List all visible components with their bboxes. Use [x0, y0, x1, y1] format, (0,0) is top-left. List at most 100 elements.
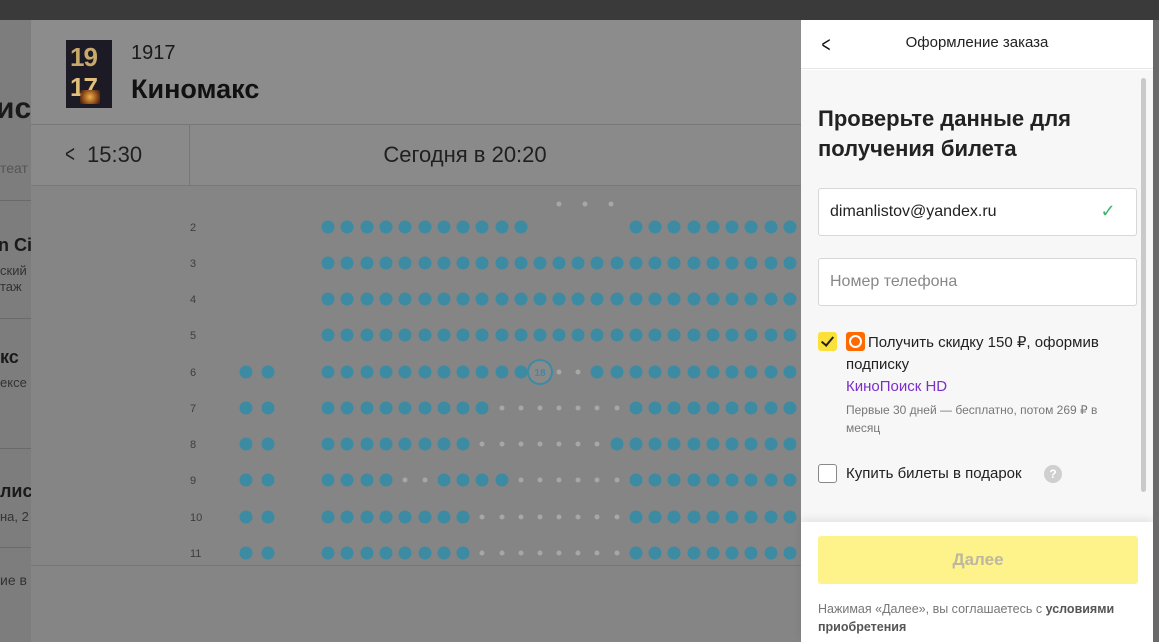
seat-free[interactable]: [360, 256, 374, 270]
seat-free[interactable]: [239, 437, 253, 451]
seat-free[interactable]: [321, 510, 335, 524]
seat-free[interactable]: [783, 220, 797, 234]
seat-free[interactable]: [239, 546, 253, 560]
seat-free[interactable]: [783, 546, 797, 560]
seat-free[interactable]: [398, 365, 412, 379]
seat-free[interactable]: [340, 365, 354, 379]
seat-free[interactable]: [239, 510, 253, 524]
seat-free[interactable]: [667, 546, 681, 560]
seat-free[interactable]: [340, 401, 354, 415]
seat-free[interactable]: [667, 401, 681, 415]
seat-free[interactable]: [744, 437, 758, 451]
seat-free[interactable]: [764, 546, 778, 560]
seat-free[interactable]: [667, 292, 681, 306]
seat-free[interactable]: [456, 437, 470, 451]
seat-free[interactable]: [321, 473, 335, 487]
seat-free[interactable]: [783, 473, 797, 487]
seat-free[interactable]: [379, 437, 393, 451]
seat-free[interactable]: [321, 437, 335, 451]
seat-free[interactable]: [398, 401, 412, 415]
seat-free[interactable]: [648, 220, 662, 234]
seat-free[interactable]: [514, 256, 528, 270]
seat-free[interactable]: [687, 473, 701, 487]
seat-free[interactable]: [360, 401, 374, 415]
seat-free[interactable]: [629, 328, 643, 342]
seat-free[interactable]: [552, 328, 566, 342]
seat-free[interactable]: [667, 365, 681, 379]
seat-free[interactable]: [514, 220, 528, 234]
seat-free[interactable]: [744, 401, 758, 415]
seat-free[interactable]: [610, 292, 624, 306]
seat-free[interactable]: [321, 220, 335, 234]
seat-free[interactable]: [783, 328, 797, 342]
seat-free[interactable]: [764, 365, 778, 379]
seat-free[interactable]: [239, 401, 253, 415]
seat-free[interactable]: [475, 401, 489, 415]
seat-free[interactable]: [744, 473, 758, 487]
seat-free[interactable]: [590, 256, 604, 270]
seat-free[interactable]: [456, 546, 470, 560]
seat-free[interactable]: [418, 437, 432, 451]
seat-free[interactable]: [456, 510, 470, 524]
seat-free[interactable]: [321, 292, 335, 306]
seat-free[interactable]: [514, 328, 528, 342]
seat-free[interactable]: [533, 292, 547, 306]
seat-free[interactable]: [706, 473, 720, 487]
seat-free[interactable]: [533, 256, 547, 270]
seat-free[interactable]: [629, 437, 643, 451]
seat-free[interactable]: [648, 365, 662, 379]
seat-free[interactable]: [437, 292, 451, 306]
seat-free[interactable]: [437, 328, 451, 342]
seat-free[interactable]: [648, 401, 662, 415]
phone-field[interactable]: [818, 258, 1137, 306]
seat-free[interactable]: [360, 437, 374, 451]
seat-free[interactable]: [725, 220, 739, 234]
seat-free[interactable]: [744, 365, 758, 379]
seat-free[interactable]: [687, 328, 701, 342]
seat-free[interactable]: [475, 328, 489, 342]
gift-label[interactable]: Купить билеты в подарок: [846, 465, 1022, 482]
seat-free[interactable]: [340, 220, 354, 234]
seat-free[interactable]: [744, 256, 758, 270]
seat-free[interactable]: [261, 473, 275, 487]
seat-free[interactable]: [629, 510, 643, 524]
seat-free[interactable]: [610, 365, 624, 379]
seat-free[interactable]: [398, 328, 412, 342]
seat-free[interactable]: [687, 437, 701, 451]
seat-free[interactable]: [456, 256, 470, 270]
seat-free[interactable]: [495, 220, 509, 234]
seat-free[interactable]: [571, 256, 585, 270]
seat-free[interactable]: [533, 328, 547, 342]
seat-free[interactable]: [725, 256, 739, 270]
seat-free[interactable]: [667, 256, 681, 270]
seat-free[interactable]: [764, 292, 778, 306]
seat-free[interactable]: [379, 220, 393, 234]
seat-free[interactable]: [437, 401, 451, 415]
seat-free[interactable]: [495, 473, 509, 487]
seat-free[interactable]: [360, 510, 374, 524]
seat-free[interactable]: [398, 546, 412, 560]
seat-free[interactable]: [783, 292, 797, 306]
gift-checkbox[interactable]: [818, 464, 837, 483]
seat-free[interactable]: [687, 510, 701, 524]
seat-free[interactable]: [725, 546, 739, 560]
seat-free[interactable]: [239, 365, 253, 379]
seat-free[interactable]: [379, 473, 393, 487]
seat-free[interactable]: [398, 256, 412, 270]
seat-free[interactable]: [552, 292, 566, 306]
seat-free[interactable]: [744, 292, 758, 306]
seat-free[interactable]: [437, 473, 451, 487]
seat-free[interactable]: [360, 220, 374, 234]
seat-free[interactable]: [321, 546, 335, 560]
seat-free[interactable]: [456, 328, 470, 342]
seat-free[interactable]: [706, 365, 720, 379]
seat-free[interactable]: [360, 365, 374, 379]
seat-free[interactable]: [321, 365, 335, 379]
seat-free[interactable]: [667, 510, 681, 524]
seat-free[interactable]: [706, 437, 720, 451]
seat-free[interactable]: [648, 256, 662, 270]
seat-free[interactable]: [706, 328, 720, 342]
seat-free[interactable]: [360, 546, 374, 560]
seat-free[interactable]: [261, 510, 275, 524]
seat-free[interactable]: [706, 401, 720, 415]
